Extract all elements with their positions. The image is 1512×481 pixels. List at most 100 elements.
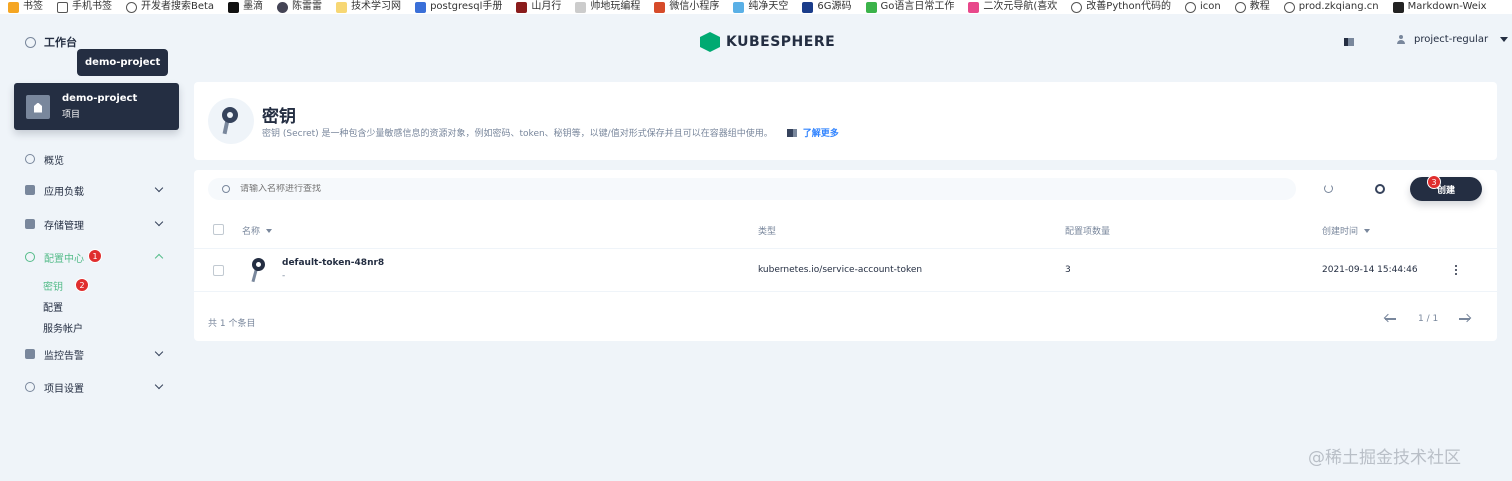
bookmark-item[interactable]: 陈雷雷 [277, 0, 322, 14]
project-icon [26, 94, 50, 119]
search-input[interactable] [240, 184, 740, 194]
book-icon [786, 128, 797, 137]
phone-icon [57, 1, 68, 13]
storage-icon [25, 219, 35, 229]
arrow-left-icon[interactable] [1384, 314, 1398, 324]
wrench-icon [25, 252, 35, 262]
bookmark-item[interactable]: 山月行 [516, 0, 561, 14]
page-title: 密钥 [262, 107, 296, 127]
workbench-icon [25, 36, 36, 48]
caret-down-icon [1500, 37, 1509, 42]
chevron-down-icon [154, 380, 164, 390]
bookmark-item[interactable]: 6G源码 [802, 0, 852, 14]
star-icon [8, 1, 19, 13]
search-bar[interactable] [208, 178, 1296, 200]
chevron-up-icon [154, 253, 164, 263]
sidebar-item-workloads[interactable]: 应用负载 [25, 180, 170, 200]
kubesphere-logo-icon [700, 32, 720, 52]
bookmark-item[interactable]: 开发者搜索Beta [126, 0, 214, 14]
monitoring-icon [25, 349, 35, 359]
column-header-created[interactable]: 创建时间 [1322, 224, 1371, 237]
bookmark-item[interactable]: postgresql手册 [415, 0, 502, 14]
table-header: 名称 类型 配置项数量 创建时间 [194, 216, 1497, 246]
user-icon [1396, 34, 1406, 45]
bookmark-item[interactable]: Go语言日常工作 [865, 0, 954, 14]
globe-icon [1184, 1, 1196, 13]
sidebar-item-settings[interactable]: 项目设置 [25, 377, 170, 397]
user-menu[interactable]: project-regular [1396, 34, 1509, 45]
bookmark-item[interactable]: 书签 [8, 0, 43, 14]
project-name: demo-project [62, 93, 138, 104]
bookmark-item[interactable]: 技术学习网 [336, 0, 401, 14]
sidebar-item-monitoring[interactable]: 监控告警 [25, 344, 170, 364]
sidebar-subitem-serviceaccounts[interactable]: 服务帐户 [43, 320, 83, 335]
refresh-icon[interactable] [1324, 184, 1333, 193]
bookmark-icon [277, 1, 289, 13]
sort-icon [1364, 228, 1371, 233]
bookmark-item[interactable]: 帅地玩编程 [575, 0, 640, 14]
chevron-down-icon [154, 347, 164, 357]
bookmark-icon [654, 1, 666, 13]
secrets-list-panel: 创建 3 名称 类型 配置项数量 创建时间 default-token-48nr… [194, 170, 1497, 341]
key-icon [247, 258, 269, 284]
bookmark-item[interactable]: 教程 [1234, 0, 1270, 14]
pagination: 1 / 1 [1384, 314, 1472, 324]
column-header-count: 配置项数量 [1065, 227, 1111, 237]
gear-icon [25, 382, 35, 392]
bookmark-item[interactable]: prod.zkqiang.cn [1283, 0, 1379, 14]
top-header: 工作台 demo-project KUBESPHERE project-regu… [0, 14, 1512, 76]
secret-name-cell[interactable]: default-token-48nr8 - [282, 258, 384, 281]
bookmark-item[interactable]: 二次元导航(喜欢 [968, 0, 1057, 14]
bookmarks-bar: 书签 手机书签 开发者搜索Beta 墨滴 陈雷雷 技术学习网 postgresq… [0, 0, 1512, 14]
page-banner: 密钥 密钥 (Secret) 是一种包含少量敏感信息的资源对象，例如密码、tok… [194, 82, 1497, 160]
key-icon [208, 98, 254, 144]
secret-created-cell: 2021-09-14 15:44:46 [1322, 265, 1418, 275]
bookmark-icon [1283, 1, 1295, 13]
workloads-icon [25, 185, 35, 195]
bookmark-icon [1392, 1, 1404, 13]
bookmark-item[interactable]: 墨滴 [228, 0, 263, 14]
total-count: 共 1 个条目 [208, 319, 256, 329]
settings-icon[interactable] [1375, 184, 1385, 194]
learn-more-link[interactable]: 了解更多 [786, 126, 839, 139]
bookmark-item[interactable]: Markdown-Weix [1392, 0, 1487, 14]
watermark: @稀土掘金技术社区 [1308, 448, 1461, 468]
page-description: 密钥 (Secret) 是一种包含少量敏感信息的资源对象，例如密码、token、… [262, 126, 839, 139]
bookmark-icon [865, 1, 877, 13]
globe-icon [1071, 1, 1083, 13]
select-all-checkbox[interactable] [213, 224, 224, 235]
search-icon [222, 185, 230, 193]
sort-icon [266, 228, 273, 233]
row-checkbox[interactable] [213, 265, 224, 276]
sidebar-item-overview[interactable]: 概览 [25, 149, 170, 169]
sidebar-subitem-configmaps[interactable]: 配置 [43, 299, 63, 314]
bookmark-item[interactable]: 改善Python代码的 [1071, 0, 1171, 14]
overview-icon [25, 154, 35, 164]
globe-icon [1234, 1, 1246, 13]
folder-icon [336, 1, 348, 13]
bookmark-item[interactable]: icon [1184, 0, 1221, 14]
column-header-name[interactable]: 名称 [242, 224, 273, 237]
bookmark-icon [968, 1, 980, 13]
project-tooltip: demo-project [77, 49, 169, 76]
bookmark-item[interactable]: 微信小程序 [654, 0, 719, 14]
create-button[interactable]: 创建 [1410, 177, 1482, 201]
workbench-link[interactable]: 工作台 [25, 34, 77, 50]
bookmark-item[interactable]: 纯净天空 [733, 0, 788, 14]
bookmark-icon [802, 1, 814, 13]
project-selector[interactable]: demo-project 项目 [14, 83, 179, 130]
chevron-down-icon [154, 217, 164, 227]
page-number: 1 / 1 [1418, 314, 1439, 324]
step-badge: 2 [75, 278, 89, 292]
arrow-right-icon[interactable] [1458, 314, 1472, 324]
sidebar-item-storage[interactable]: 存储管理 [25, 214, 170, 234]
notification-icon[interactable] [1344, 38, 1354, 46]
sidebar-subitem-secrets[interactable]: 密钥 [43, 278, 63, 293]
secret-count-cell: 3 [1065, 265, 1071, 275]
bookmark-icon [516, 1, 528, 13]
bookmark-icon [575, 1, 587, 13]
bookmark-item[interactable]: 手机书签 [57, 0, 112, 14]
more-icon[interactable] [1455, 265, 1458, 276]
table-row[interactable]: default-token-48nr8 - kubernetes.io/serv… [194, 248, 1497, 292]
kubesphere-logo[interactable]: KUBESPHERE [700, 32, 835, 52]
